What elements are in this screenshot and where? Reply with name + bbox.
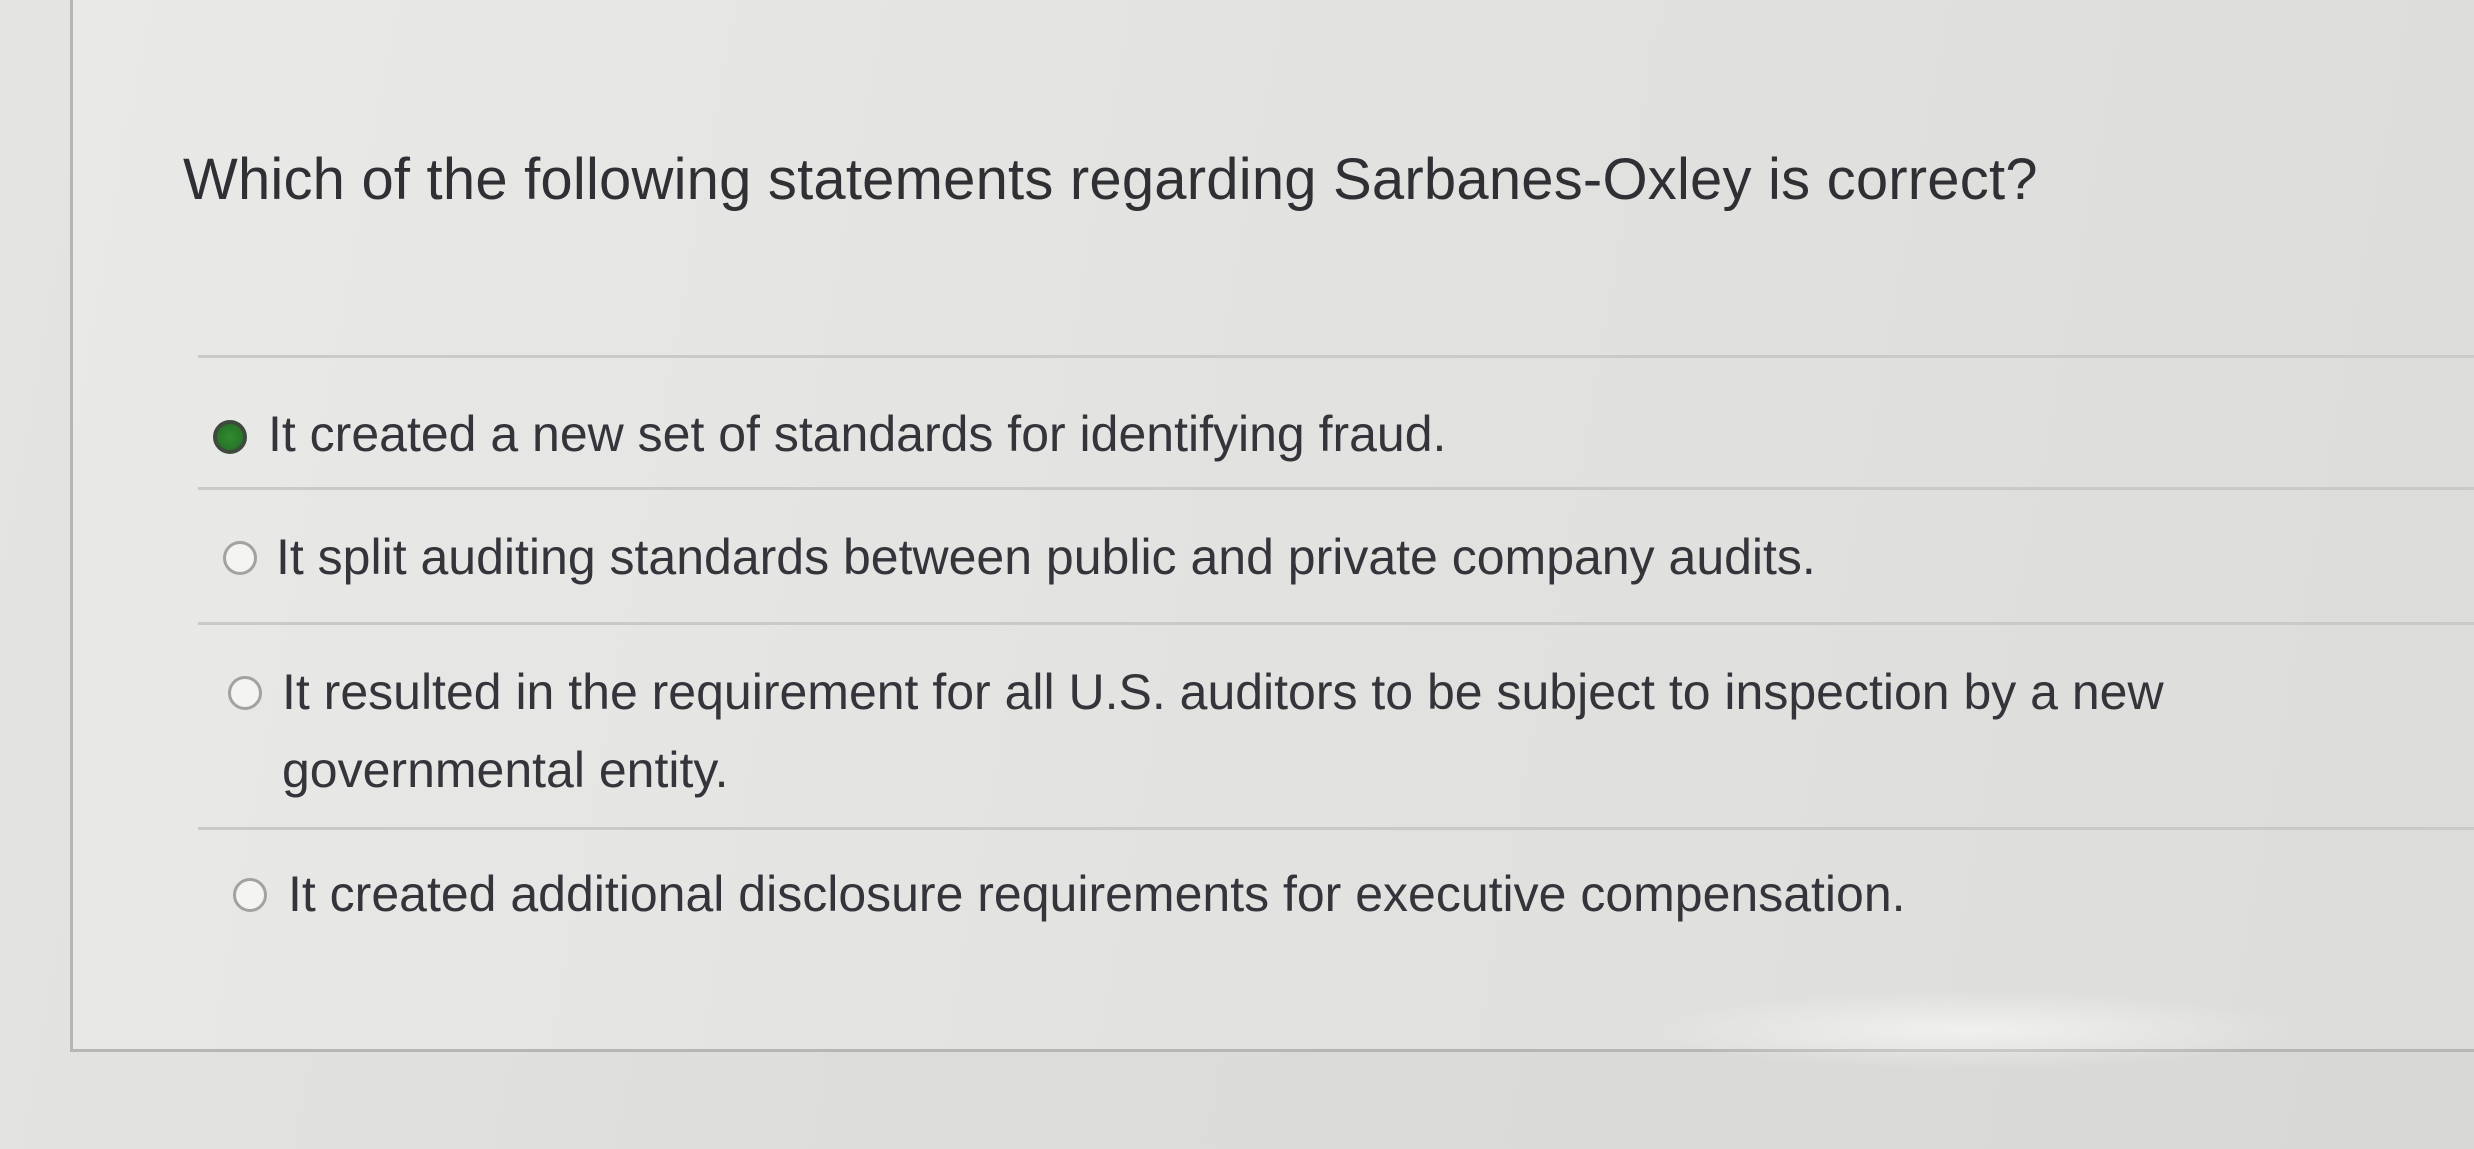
answer-option-4[interactable]: It created additional disclosure require…	[198, 833, 2474, 955]
answer-option-3[interactable]: It resulted in the requirement for all U…	[198, 628, 2474, 830]
answer-option-1[interactable]: It created a new set of standards for id…	[198, 380, 2474, 490]
answer-label: It created additional disclosure require…	[288, 866, 1906, 922]
radio-button[interactable]	[228, 676, 262, 710]
answer-option-2[interactable]: It split auditing standards between publ…	[198, 493, 2474, 625]
question-text: Which of the following statements regard…	[183, 147, 2038, 212]
answer-label: It resulted in the requirement for all U…	[282, 664, 2164, 798]
radio-button[interactable]	[223, 541, 257, 575]
radio-button[interactable]	[233, 878, 267, 912]
divider	[198, 355, 2474, 358]
screen-background: Which of the following statements regard…	[0, 0, 2474, 1149]
answer-label: It split auditing standards between publ…	[276, 529, 1816, 585]
question-card: Which of the following statements regard…	[70, 0, 2474, 1052]
radio-button-selected[interactable]	[213, 420, 247, 454]
answer-label: It created a new set of standards for id…	[268, 406, 1447, 462]
